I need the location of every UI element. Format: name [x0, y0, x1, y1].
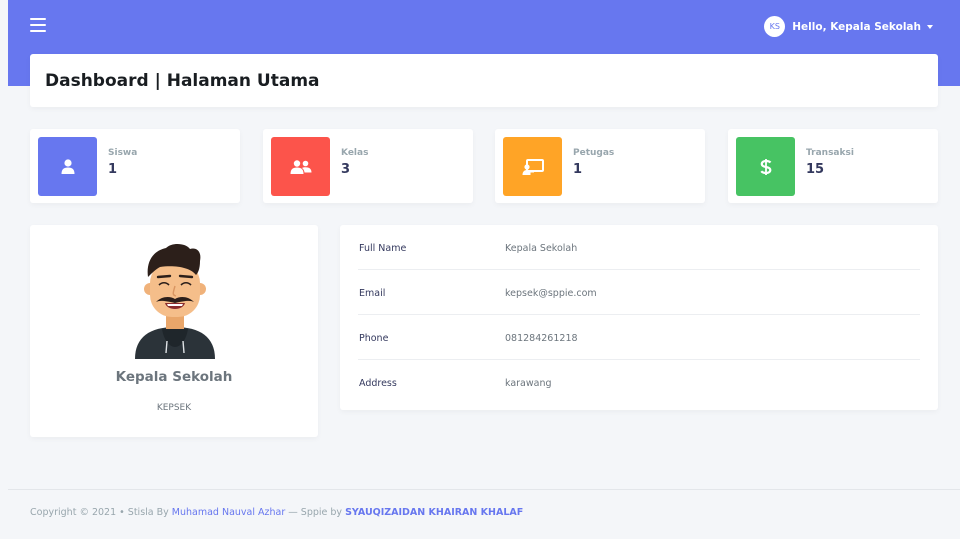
profile-details-card: Full Name Kepala Sekolah Email kepsek@sp… [340, 225, 938, 410]
stat-label: Kelas [341, 148, 369, 158]
detail-label: Phone [359, 333, 389, 344]
stat-card-siswa: Siswa 1 [30, 129, 240, 203]
page-title: Dashboard | Halaman Utama [45, 70, 320, 91]
detail-value: kepsek@sppie.com [505, 288, 597, 299]
list-item: Phone 081284261218 [358, 315, 920, 360]
stat-label: Siswa [108, 148, 138, 158]
developer-link[interactable]: SYAUQIZAIDAN KHAIRAN KHALAF [345, 507, 523, 518]
detail-label: Full Name [359, 243, 407, 254]
footer-dash-text: — Sppie by [285, 507, 346, 518]
stat-value: 1 [573, 162, 583, 177]
detail-label: Address [359, 378, 397, 389]
user-dropdown[interactable]: KS Hello, Kepala Sekolah [764, 16, 933, 37]
stat-label: Petugas [573, 148, 615, 158]
caret-down-icon [927, 24, 933, 29]
users-icon [271, 137, 330, 196]
copyright-text: Copyright © 2021 [30, 507, 117, 518]
chalkboard-teacher-icon [503, 137, 562, 196]
stat-value: 3 [341, 162, 351, 177]
footer-text: Copyright © 2021 • Stisla By Muhamad Nau… [30, 507, 523, 518]
stat-value: 15 [806, 162, 825, 177]
list-item: Address karawang [358, 360, 920, 405]
stat-card-kelas: Kelas 3 [263, 129, 473, 203]
detail-value: karawang [505, 378, 552, 389]
list-item: Email kepsek@sppie.com [358, 270, 920, 315]
detail-value: Kepala Sekolah [505, 243, 578, 254]
author-link[interactable]: Muhamad Nauval Azhar [172, 507, 285, 518]
dollar-icon [736, 137, 795, 196]
footer: Copyright © 2021 • Stisla By Muhamad Nau… [8, 489, 960, 539]
avatar: KS [764, 16, 786, 37]
menu-toggle-icon[interactable] [30, 18, 46, 32]
profile-card: Kepala Sekolah KEPSEK [30, 225, 318, 437]
detail-value: 081284261218 [505, 333, 578, 344]
list-item: Full Name Kepala Sekolah [358, 225, 920, 270]
detail-label: Email [359, 288, 386, 299]
stat-card-petugas: Petugas 1 [495, 129, 705, 203]
stisla-by-text: Stisla By [127, 507, 172, 518]
stat-card-transaksi: Transaksi 15 [728, 129, 938, 203]
stat-value: 1 [108, 162, 118, 177]
stat-label: Transaksi [806, 148, 854, 158]
user-greeting: Hello, Kepala Sekolah [792, 20, 921, 33]
avatar-illustration [130, 241, 220, 359]
user-icon [38, 137, 97, 196]
profile-name: Kepala Sekolah [115, 369, 233, 385]
section-header: Dashboard | Halaman Utama [30, 54, 938, 107]
footer-separator: • [116, 507, 128, 518]
page: KS Hello, Kepala Sekolah Dashboard | Hal… [8, 0, 960, 539]
profile-role: KEPSEK [156, 403, 192, 413]
